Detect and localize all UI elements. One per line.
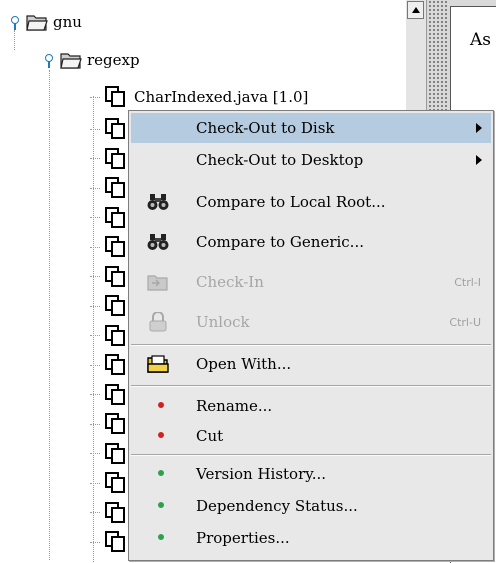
tree-file-row[interactable] — [90, 147, 130, 170]
file-stack-icon — [105, 354, 125, 375]
tree-file-row[interactable] — [90, 324, 130, 347]
tree-node-label: regexp — [87, 51, 140, 69]
file-stack-icon — [105, 236, 125, 257]
tree-file-row[interactable] — [90, 413, 130, 435]
menu-separator — [131, 385, 491, 387]
menu-item-label: Compare to Local Root... — [196, 193, 386, 211]
document-partial-text: As — [470, 30, 492, 50]
tree-file-row[interactable] — [90, 354, 130, 376]
file-stack-icon — [105, 324, 125, 346]
binoculars-icon — [147, 234, 169, 250]
menu-item-label: Rename... — [196, 397, 273, 415]
menu-item-properties[interactable]: Properties... — [131, 523, 491, 553]
green-dot-icon — [158, 534, 164, 540]
menu-item-cut[interactable]: Cut — [131, 421, 491, 451]
menu-item-check-out-to-desktop[interactable]: Check-Out to Desktop — [131, 145, 491, 175]
menu-item-rename[interactable]: Rename... — [131, 391, 491, 421]
tree-file-row[interactable] — [90, 501, 130, 524]
tree-node-label: gnu — [53, 13, 82, 31]
expand-toggle-icon[interactable] — [42, 52, 54, 68]
menu-item-label: Compare to Generic... — [196, 233, 364, 251]
red-dot-icon — [158, 432, 164, 438]
red-dot-icon — [158, 402, 164, 408]
tree-file-row[interactable] — [90, 265, 130, 288]
file-stack-icon — [105, 265, 125, 287]
tree-file-row[interactable] — [90, 531, 130, 553]
menu-item-label: Check-Out to Disk — [196, 119, 335, 137]
context-menu: Check-Out to Disk Check-Out to Desktop C… — [128, 110, 494, 561]
file-stack-icon — [105, 501, 125, 523]
tree-file-row[interactable]: CharIndexed.java [1.0] — [90, 86, 308, 108]
menu-item-compare-generic[interactable]: Compare to Generic... — [131, 227, 491, 257]
tree-file-row[interactable] — [90, 236, 130, 258]
menu-item-label: Dependency Status... — [196, 497, 358, 515]
menu-separator — [131, 344, 491, 346]
menu-item-label: Check-In — [196, 273, 264, 291]
shortcut-label: Ctrl-I — [454, 276, 481, 289]
tree-node-gnu[interactable]: gnu — [8, 10, 82, 34]
open-folder-icon — [147, 355, 169, 373]
file-stack-icon — [105, 118, 125, 139]
shortcut-label: Ctrl-U — [449, 316, 481, 329]
menu-item-label: Properties... — [196, 529, 290, 547]
folder-icon — [60, 53, 82, 69]
file-stack-icon — [105, 86, 125, 107]
menu-item-label: Open With... — [196, 355, 292, 373]
tree-node-regexp[interactable]: regexp — [42, 48, 140, 72]
menu-item-label: Unlock — [196, 313, 250, 331]
file-stack-icon — [105, 531, 125, 552]
menu-item-compare-local-root[interactable]: Compare to Local Root... — [131, 187, 491, 217]
tree-file-row[interactable] — [90, 206, 130, 229]
menu-item-version-history[interactable]: Version History... — [131, 459, 491, 489]
submenu-arrow-icon — [476, 155, 482, 165]
file-stack-icon — [105, 295, 125, 316]
file-stack-icon — [105, 147, 125, 169]
folder-icon — [26, 15, 48, 31]
file-stack-icon — [105, 472, 125, 493]
menu-item-label: Check-Out to Desktop — [196, 151, 364, 169]
menu-item-label: Cut — [196, 427, 224, 445]
tree-file-row[interactable] — [90, 177, 130, 199]
menu-item-open-with[interactable]: Open With... — [131, 349, 491, 379]
menu-separator — [131, 454, 491, 456]
file-label: CharIndexed.java [1.0] — [134, 88, 309, 106]
submenu-arrow-icon — [476, 123, 482, 133]
tree-file-row[interactable] — [90, 118, 130, 140]
expand-toggle-icon[interactable] — [8, 14, 20, 30]
file-stack-icon — [105, 442, 125, 464]
check-in-icon — [147, 275, 168, 291]
menu-item-unlock[interactable]: Unlock Ctrl-U — [131, 307, 491, 337]
scroll-up-arrow-icon[interactable] — [407, 1, 424, 19]
tree-file-row[interactable] — [90, 472, 130, 494]
file-stack-icon — [105, 413, 125, 434]
menu-item-check-out-to-disk[interactable]: Check-Out to Disk — [131, 113, 491, 143]
green-dot-icon — [158, 502, 164, 508]
tree-file-row[interactable] — [90, 442, 130, 465]
file-stack-icon — [105, 177, 125, 198]
tree-file-row[interactable] — [90, 383, 130, 406]
green-dot-icon — [158, 470, 164, 476]
tree-file-row[interactable] — [90, 295, 130, 317]
padlock-icon — [149, 312, 167, 332]
menu-item-label: Version History... — [196, 465, 327, 483]
binoculars-icon — [147, 194, 169, 210]
file-stack-icon — [105, 206, 125, 228]
file-stack-icon — [105, 383, 125, 405]
menu-item-check-in[interactable]: Check-In Ctrl-I — [131, 267, 491, 297]
menu-item-dependency-status[interactable]: Dependency Status... — [131, 491, 491, 521]
